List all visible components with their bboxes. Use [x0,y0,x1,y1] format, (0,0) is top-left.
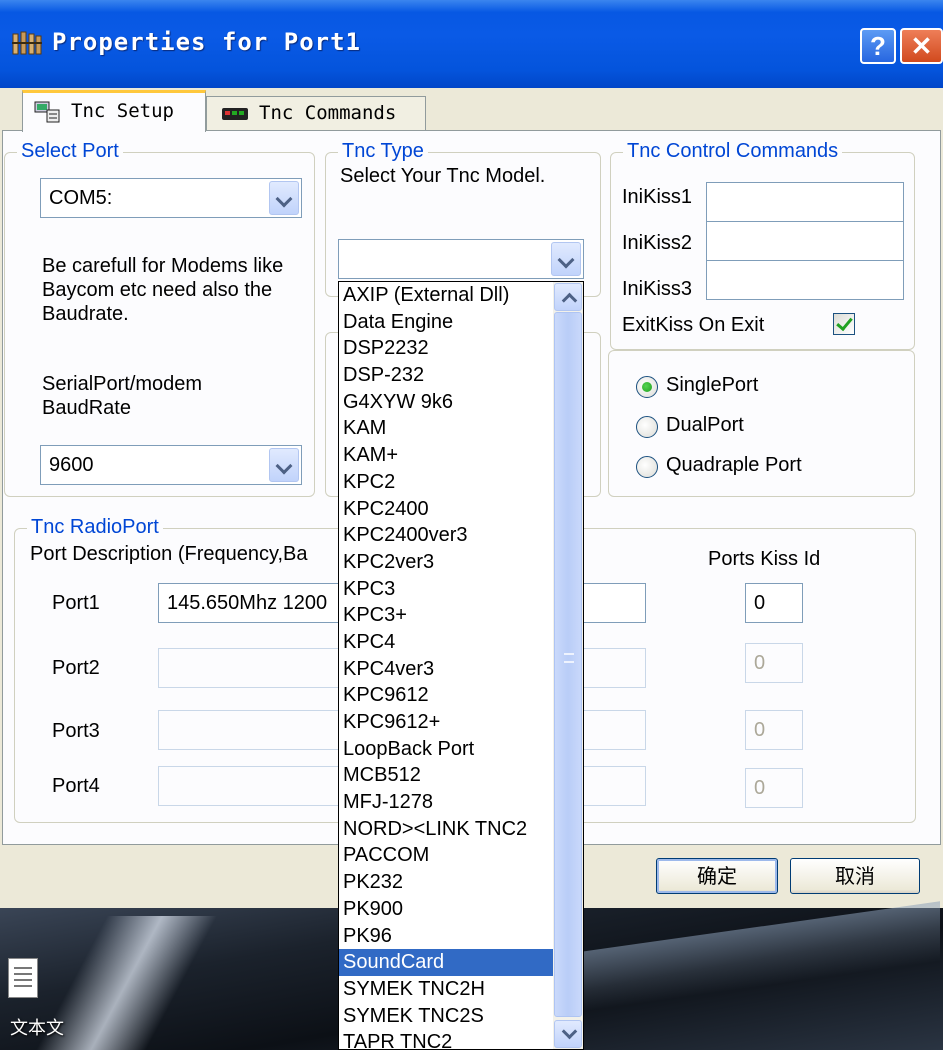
group-title: Tnc Type [338,140,428,163]
tnc-model-option[interactable]: KPC2400ver3 [339,522,553,549]
com-port-value: COM5: [49,187,113,209]
modem-device-icon [222,108,248,120]
dual-port-label: DualPort [666,414,744,436]
scroll-down-icon[interactable] [554,1020,582,1048]
single-port-label: SinglePort [666,374,759,396]
window-title: Properties for Port1 [52,28,361,56]
dropdown-scrollbar[interactable] [553,282,583,1049]
port4-kiss-id-input: 0 [745,768,803,808]
inikiss2-input[interactable] [706,221,904,261]
tnc-model-option[interactable]: KPC2ver3 [339,549,553,576]
close-button[interactable]: ✕ [900,28,943,64]
tnc-model-option[interactable]: KPC9612+ [339,709,553,736]
exit-kiss-label: ExitKiss On Exit [622,314,765,336]
baudrate-select[interactable]: 9600 [40,445,302,485]
tnc-model-dropdown-list[interactable]: AXIP (External Dll) Data Engine DSP2232 DSP… [338,281,584,1050]
scrollbar-thumb[interactable] [554,312,582,1017]
tab-tnc-setup[interactable]: Tnc Setup [22,90,206,132]
help-button[interactable]: ? [860,28,896,64]
port2-kiss-id-input: 0 [745,643,803,683]
port2-label: Port2 [52,657,100,679]
tnc-model-option[interactable]: PK900 [339,896,553,923]
modem-note-line: Baycom etc need also the [42,279,273,301]
tnc-model-option[interactable]: SYMEK TNC2H [339,976,553,1003]
inikiss3-input[interactable] [706,260,904,300]
baudrate-label: BaudRate [42,397,131,419]
port3-label: Port3 [52,720,100,742]
tnc-model-option[interactable]: MFJ-1278 [339,789,553,816]
computer-setup-icon [34,101,60,123]
tnc-model-option[interactable]: PK96 [339,923,553,950]
modem-note-line: Baudrate. [42,303,129,325]
desktop-icon-label[interactable]: 文本文 [10,1014,64,1040]
tnc-model-option[interactable]: MCB512 [339,762,553,789]
tnc-model-option[interactable]: SYMEK TNC2S [339,1003,553,1030]
title-bar[interactable]: Properties for Port1 ? ✕ [0,0,943,88]
ok-button[interactable]: 确定 [656,858,778,894]
tnc-model-option[interactable]: KPC4ver3 [339,656,553,683]
tab-tnc-commands[interactable]: Tnc Commands [206,96,426,130]
tnc-model-option[interactable]: DSP-232 [339,362,553,389]
inikiss1-input[interactable] [706,182,904,222]
tnc-model-option[interactable]: PK232 [339,869,553,896]
tab-label: Tnc Commands [259,102,397,124]
tnc-type-select[interactable] [338,239,584,279]
port3-kiss-id-input: 0 [745,710,803,750]
quadraple-port-label: Quadraple Port [666,454,802,476]
tab-label: Tnc Setup [71,100,174,122]
single-port-radio[interactable] [636,376,658,398]
tnc-model-option[interactable]: TAPR TNC2 [339,1029,553,1049]
inikiss2-label: IniKiss2 [622,232,693,254]
tnc-model-option[interactable]: KPC9612 [339,682,553,709]
port1-kiss-id-input[interactable]: 0 [745,583,803,623]
network-app-icon [12,31,42,55]
text-file-icon[interactable] [8,958,38,998]
tnc-model-option[interactable]: SoundCard [339,949,553,976]
tnc-type-prompt: Select Your Tnc Model. [340,165,546,187]
port1-label: Port1 [52,592,100,614]
baudrate-label: SerialPort/modem [42,373,203,395]
tnc-model-option[interactable]: NORD><LINK TNC2 [339,816,553,843]
wallpaper-streak [560,901,940,1015]
quadraple-port-radio[interactable] [636,456,658,478]
group-title: Tnc RadioPort [27,516,163,539]
tnc-model-option[interactable]: LoopBack Port [339,736,553,763]
port-description-header: Port Description (Frequency,Ba [30,543,308,565]
tnc-model-option[interactable]: PACCOM [339,842,553,869]
tnc-model-option[interactable]: KAM [339,415,553,442]
inikiss1-label: IniKiss1 [622,186,693,208]
port4-label: Port4 [52,775,100,797]
tnc-model-option[interactable]: KPC2400 [339,496,553,523]
tnc-model-option[interactable]: KAM+ [339,442,553,469]
exit-kiss-checkbox[interactable] [833,313,855,335]
tnc-model-option[interactable]: KPC3 [339,576,553,603]
tnc-model-options: AXIP (External Dll) Data Engine DSP2232 DSP… [339,282,583,1049]
tnc-model-option[interactable]: AXIP (External Dll) [339,282,553,309]
chevron-down-icon[interactable] [269,448,299,482]
tnc-model-option[interactable]: Data Engine [339,309,553,336]
grip-icon [564,653,574,663]
scroll-up-icon[interactable] [554,283,582,311]
dual-port-radio[interactable] [636,416,658,438]
ports-kiss-id-header: Ports Kiss Id [708,548,821,570]
tnc-model-option[interactable]: KPC4 [339,629,553,656]
modem-note-line: Be carefull for Modems like [42,255,284,277]
group-title: Select Port [17,140,123,163]
tnc-model-option[interactable]: G4XYW 9k6 [339,389,553,416]
inikiss3-label: IniKiss3 [622,278,693,300]
chevron-down-icon[interactable] [551,242,581,276]
group-title: Tnc Control Commands [623,140,843,163]
tnc-model-option[interactable]: KPC2 [339,469,553,496]
cancel-button[interactable]: 取消 [790,858,920,894]
chevron-down-icon[interactable] [269,181,299,215]
tnc-model-option[interactable]: DSP2232 [339,335,553,362]
tnc-model-option[interactable]: KPC3+ [339,602,553,629]
baudrate-value: 9600 [49,454,94,476]
com-port-select[interactable]: COM5: [40,178,302,218]
